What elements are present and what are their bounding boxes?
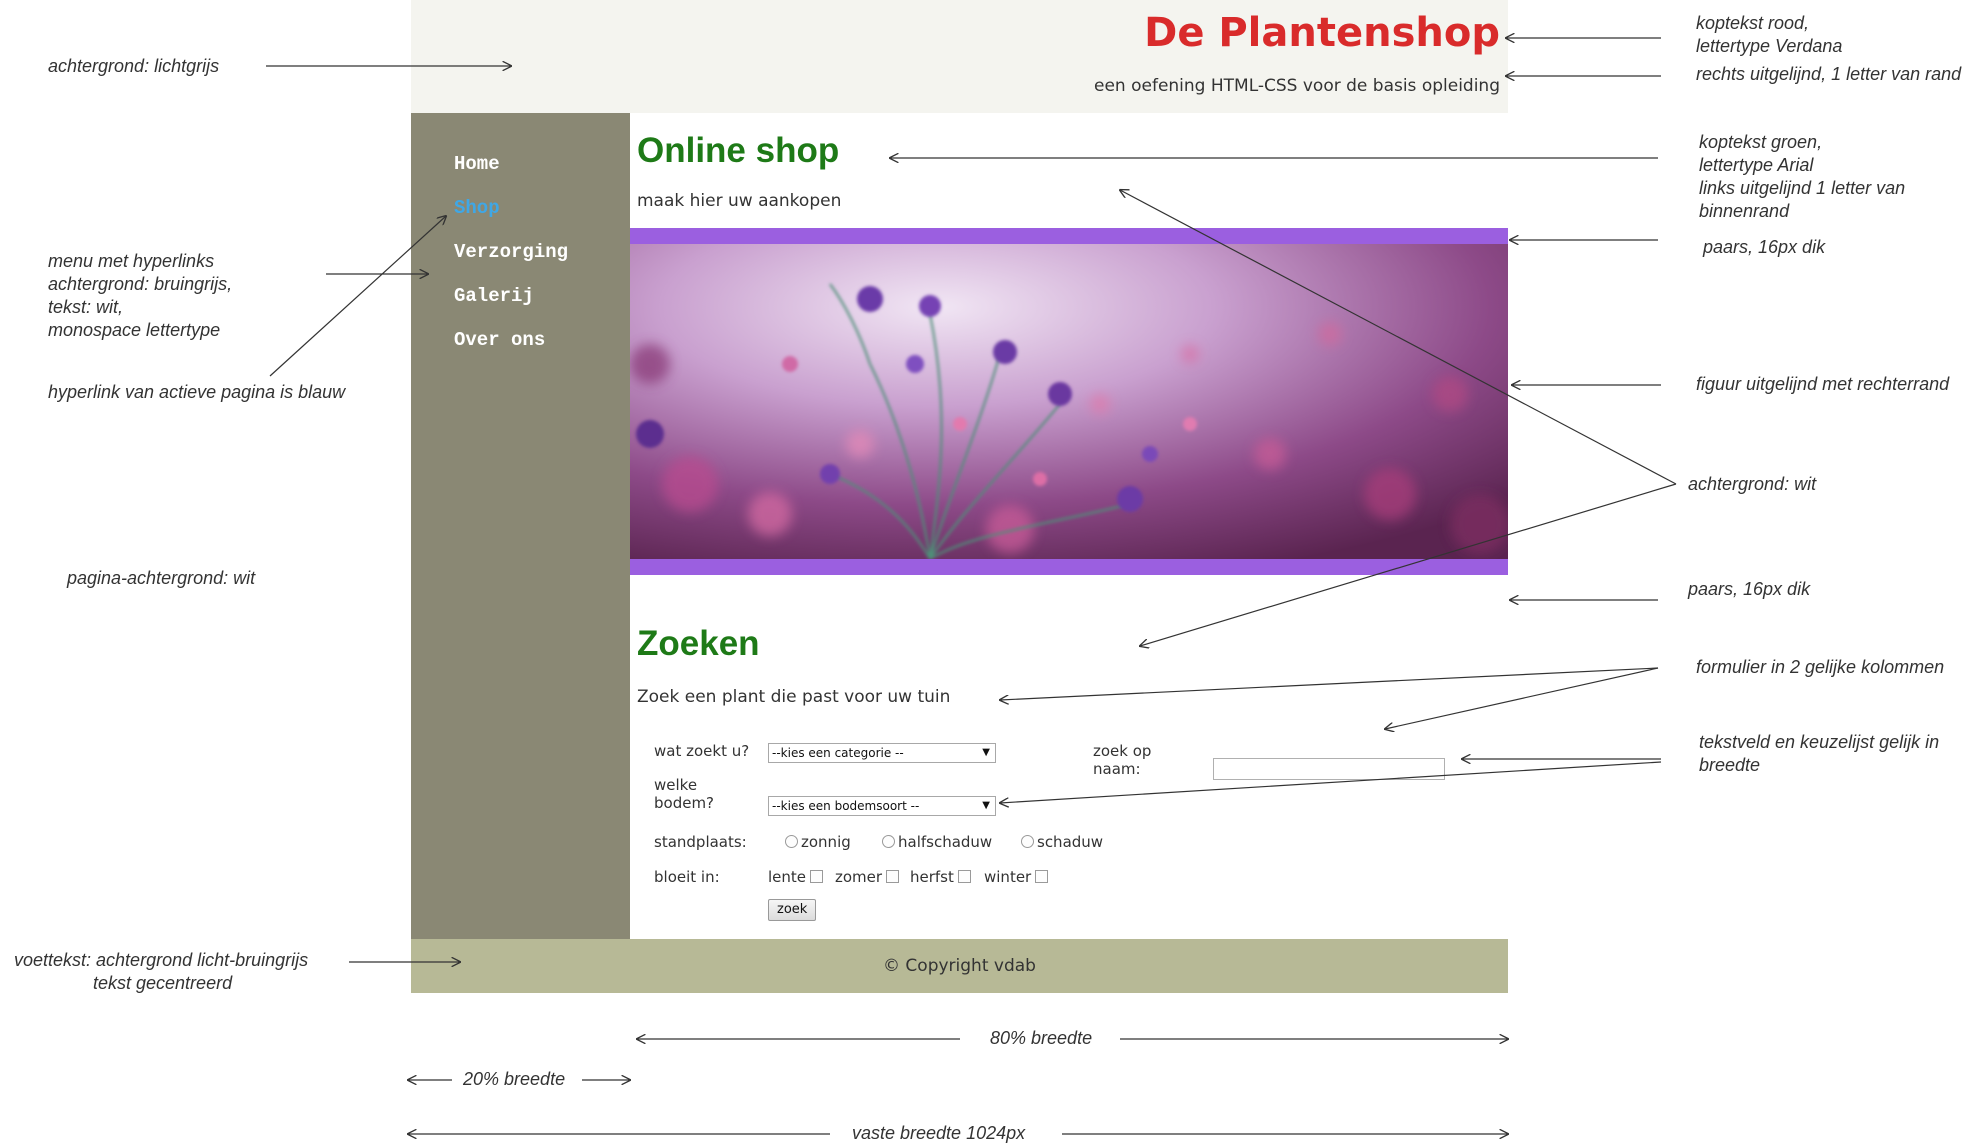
annotation-heading-1: koptekst groen, (1699, 132, 1823, 152)
arrow-active-link (269, 216, 446, 377)
arrow-main-bg-1 (1120, 190, 1677, 485)
annotation-active-link: hyperlink van actieve pagina is blauw (48, 382, 346, 402)
annotation-heading-4: binnenrand (1699, 201, 1790, 221)
arrow-form-cols-2 (1385, 667, 1659, 729)
annotation-equal-1: tekstveld en keuzelijst gelijk in (1699, 732, 1940, 752)
annotation-width-nav: 20% breedte (463, 1069, 566, 1089)
annotation-footer-1: voettekst: achtergrond licht-bruingrijs (14, 950, 309, 970)
annotation-heading-2: lettertype Arial (1699, 155, 1814, 175)
annotation-footer-2: tekst gecentreerd (93, 973, 233, 993)
annotation-figure-right: figuur uitgelijnd met rechterrand (1696, 374, 1950, 394)
annotation-menu-1: menu met hyperlinks (48, 251, 215, 271)
annotation-equal-2: breedte (1699, 755, 1761, 775)
annotation-main-bg: achtergrond: wit (1688, 474, 1817, 494)
annotation-width-main: 80% breedte (990, 1028, 1093, 1048)
annotation-width-fixed: vaste breedte 1024px (852, 1123, 1026, 1143)
annotation-title-3: rechts uitgelijnd, 1 letter van rand (1696, 64, 1962, 84)
arrow-equal-width-2 (1000, 761, 1662, 803)
annotation-heading-3: links uitgelijnd 1 letter van (1699, 178, 1906, 198)
annotation-title-1: koptekst rood, (1696, 13, 1810, 33)
annotation-page-bg: pagina-achtergrond: wit (67, 568, 256, 588)
arrow-main-bg-2 (1140, 483, 1677, 646)
annotation-bg-header: achtergrond: lichtgrijs (48, 56, 220, 76)
annotation-form-cols: formulier in 2 gelijke kolommen (1696, 657, 1945, 677)
annotation-menu-2: achtergrond: bruingrijs, (48, 274, 233, 294)
annotation-title-2: lettertype Verdana (1696, 36, 1843, 56)
annotation-menu-3: tekst: wit, (48, 297, 124, 317)
annotation-purple-top: paars, 16px dik (1703, 237, 1826, 257)
arrow-form-cols-1 (1000, 667, 1659, 700)
annotation-purple-bottom: paars, 16px dik (1688, 579, 1811, 599)
annotation-menu-4: monospace lettertype (48, 320, 221, 340)
